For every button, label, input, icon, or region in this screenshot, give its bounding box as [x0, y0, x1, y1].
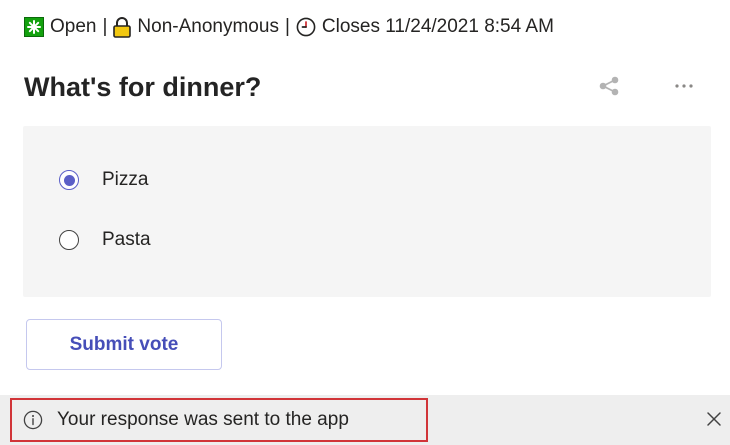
notification-message: Your response was sent to the app: [57, 409, 349, 430]
poll-title: What's for dinner?: [24, 72, 262, 102]
notification-message-box: Your response was sent to the app: [10, 398, 428, 442]
poll-card: Open | Non-Anonymous | Closes 11/24/2021…: [0, 0, 730, 445]
lock-icon: [113, 16, 132, 38]
clock-icon: [296, 17, 316, 37]
status-separator: |: [284, 16, 290, 37]
more-options-button[interactable]: [670, 72, 698, 100]
submit-vote-button[interactable]: Submit vote: [26, 319, 222, 370]
more-options-icon: [674, 83, 694, 89]
poll-option-label: Pizza: [102, 169, 149, 190]
poll-options-card: Pizza Pasta: [23, 126, 711, 297]
poll-option-label: Pasta: [102, 229, 151, 250]
radio-button-checked[interactable]: [59, 170, 79, 190]
poll-option-pizza[interactable]: Pizza: [59, 169, 148, 191]
status-separator: |: [102, 16, 108, 37]
share-button[interactable]: [595, 72, 623, 100]
share-icon: [598, 76, 620, 96]
close-icon: [706, 411, 722, 427]
poll-option-pasta[interactable]: Pasta: [59, 229, 151, 251]
radio-button-unchecked[interactable]: [59, 230, 79, 250]
open-status-icon: [24, 17, 44, 37]
info-icon: [23, 410, 43, 430]
status-privacy-label: Non-Anonymous: [137, 16, 279, 37]
status-open-label: Open: [50, 16, 97, 37]
status-closes-label: Closes 11/24/2021 8:54 AM: [321, 16, 554, 37]
poll-status-line: Open | Non-Anonymous | Closes 11/24/2021…: [24, 14, 554, 40]
dismiss-notification-button[interactable]: [703, 408, 725, 430]
notification-bar: Your response was sent to the app: [0, 395, 730, 445]
